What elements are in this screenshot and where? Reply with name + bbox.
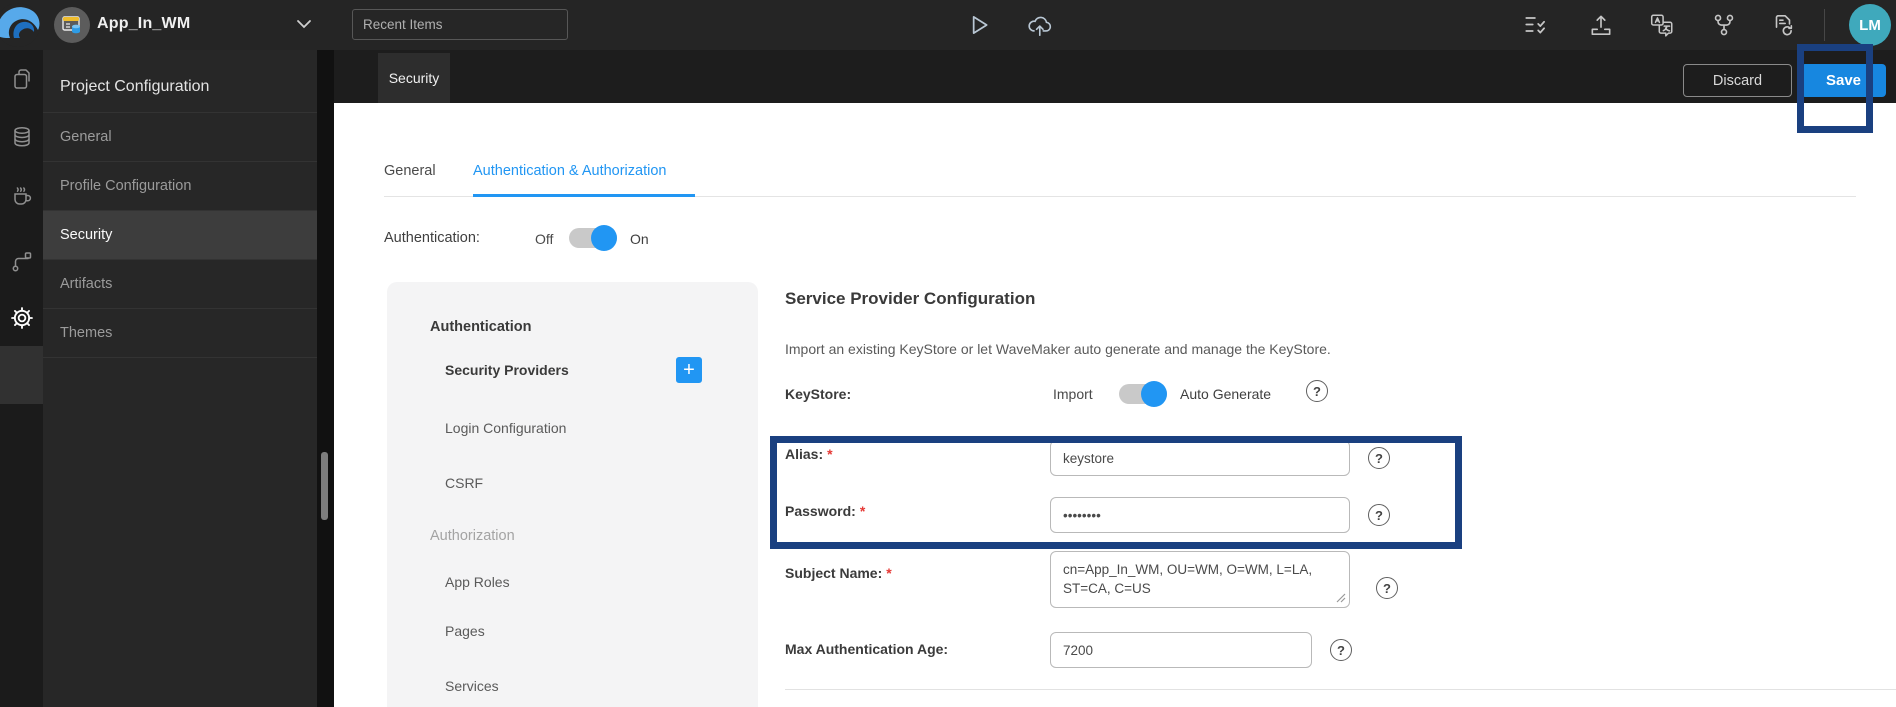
sidebar-item-general[interactable]: General — [43, 113, 317, 162]
run-icon[interactable] — [964, 11, 992, 39]
apis-icon[interactable] — [9, 249, 35, 275]
active-tab-underline — [473, 194, 695, 197]
keystore-import-label: Import — [1053, 386, 1093, 402]
app-icon[interactable] — [54, 7, 90, 43]
checklist-icon[interactable] — [1522, 11, 1550, 39]
authentication-toggle-knob[interactable] — [591, 225, 617, 251]
add-security-provider-button[interactable]: + — [676, 357, 702, 383]
page-tab-security[interactable]: Security — [378, 53, 450, 103]
nav-item-app-roles[interactable]: App Roles — [445, 574, 510, 590]
section-divider — [785, 689, 1896, 690]
left-icon-rail — [0, 50, 43, 707]
nav-item-pages[interactable]: Pages — [445, 623, 485, 639]
sidebar-scroll-gutter — [317, 50, 334, 707]
password-input[interactable] — [1050, 497, 1350, 533]
alias-label: Alias: * — [785, 446, 833, 462]
nav-section-authentication: Authentication — [430, 319, 532, 335]
sidebar: Project Configuration General Profile Co… — [43, 50, 317, 707]
keystore-auto-generate-label: Auto Generate — [1180, 386, 1272, 402]
section-title: Service Provider Configuration — [785, 289, 1036, 308]
password-help-icon[interactable]: ? — [1368, 504, 1390, 526]
sidebar-title: Project Configuration — [60, 78, 210, 95]
max-authentication-age-input[interactable] — [1050, 632, 1312, 668]
subject-name-textarea[interactable]: cn=App_In_WM, OU=WM, O=WM, L=LA, ST=CA, … — [1050, 551, 1350, 608]
keystore-toggle-knob[interactable] — [1141, 381, 1167, 407]
resize-handle-icon[interactable] — [1336, 593, 1346, 603]
keystore-help-icon[interactable]: ? — [1306, 380, 1328, 402]
app-window: App_In_WM Recent Items LM Project Config… — [0, 0, 1896, 707]
branch-icon[interactable] — [1710, 11, 1738, 39]
nav-item-csrf[interactable]: CSRF — [445, 475, 483, 491]
sidebar-item-artifacts[interactable]: Artifacts — [43, 260, 317, 309]
sidebar-item-security[interactable]: Security — [43, 211, 317, 260]
tab-general[interactable]: General — [384, 163, 436, 179]
save-button[interactable]: Save — [1801, 64, 1886, 97]
page-header: Security Discard Save — [334, 50, 1896, 103]
nav-section-authorization: Authorization — [430, 528, 515, 544]
tab-authentication-authorization[interactable]: Authentication & Authorization — [473, 163, 666, 179]
main-content: General Authentication & Authorization A… — [334, 103, 1896, 707]
sidebar-item-themes[interactable]: Themes — [43, 309, 317, 358]
deploy-icon[interactable] — [1026, 11, 1054, 39]
toggle-on-label: On — [630, 231, 649, 247]
toggle-off-label: Off — [535, 231, 554, 247]
max-authentication-age-label: Max Authentication Age: — [785, 641, 949, 657]
nav-item-services[interactable]: Services — [445, 678, 499, 694]
password-label: Password: * — [785, 503, 866, 519]
sidebar-item-profile-configuration[interactable]: Profile Configuration — [43, 162, 317, 211]
export-icon[interactable] — [1587, 11, 1615, 39]
scrollbar-thumb[interactable] — [321, 452, 328, 520]
required-marker: * — [859, 503, 866, 519]
alias-input[interactable] — [1050, 440, 1350, 476]
wavemaker-logo-icon[interactable] — [0, 2, 46, 48]
security-nav-panel: Authentication Security Providers + Logi… — [387, 282, 758, 707]
avatar[interactable]: LM — [1849, 4, 1891, 46]
project-name[interactable]: App_In_WM — [97, 15, 190, 33]
top-bar: App_In_WM Recent Items LM — [0, 0, 1896, 50]
section-description: Import an existing KeyStore or let WaveM… — [785, 341, 1331, 357]
java-services-icon[interactable] — [9, 182, 35, 208]
avatar-initials: LM — [1859, 16, 1881, 34]
authentication-label: Authentication: — [384, 230, 480, 246]
recent-items-input[interactable] — [352, 9, 568, 40]
subject-name-help-icon[interactable]: ? — [1376, 577, 1398, 599]
required-marker: * — [827, 446, 833, 462]
nav-item-security-providers[interactable]: Security Providers — [445, 362, 569, 378]
max-authentication-age-help-icon[interactable]: ? — [1330, 639, 1352, 661]
settings-icon[interactable] — [9, 305, 35, 331]
topbar-divider — [1824, 9, 1825, 41]
discard-button[interactable]: Discard — [1683, 64, 1792, 97]
nav-item-login-configuration[interactable]: Login Configuration — [445, 420, 566, 436]
alias-help-icon[interactable]: ? — [1368, 447, 1390, 469]
pages-icon[interactable] — [9, 66, 35, 92]
translate-icon[interactable] — [1648, 11, 1676, 39]
file-sync-icon[interactable] — [1769, 11, 1797, 39]
chevron-down-icon[interactable] — [296, 19, 312, 30]
database-icon[interactable] — [9, 124, 35, 150]
rail-active-highlight — [0, 346, 43, 404]
keystore-label: KeyStore: — [785, 386, 852, 402]
required-marker: * — [886, 565, 892, 581]
subject-name-label: Subject Name: * — [785, 565, 892, 581]
